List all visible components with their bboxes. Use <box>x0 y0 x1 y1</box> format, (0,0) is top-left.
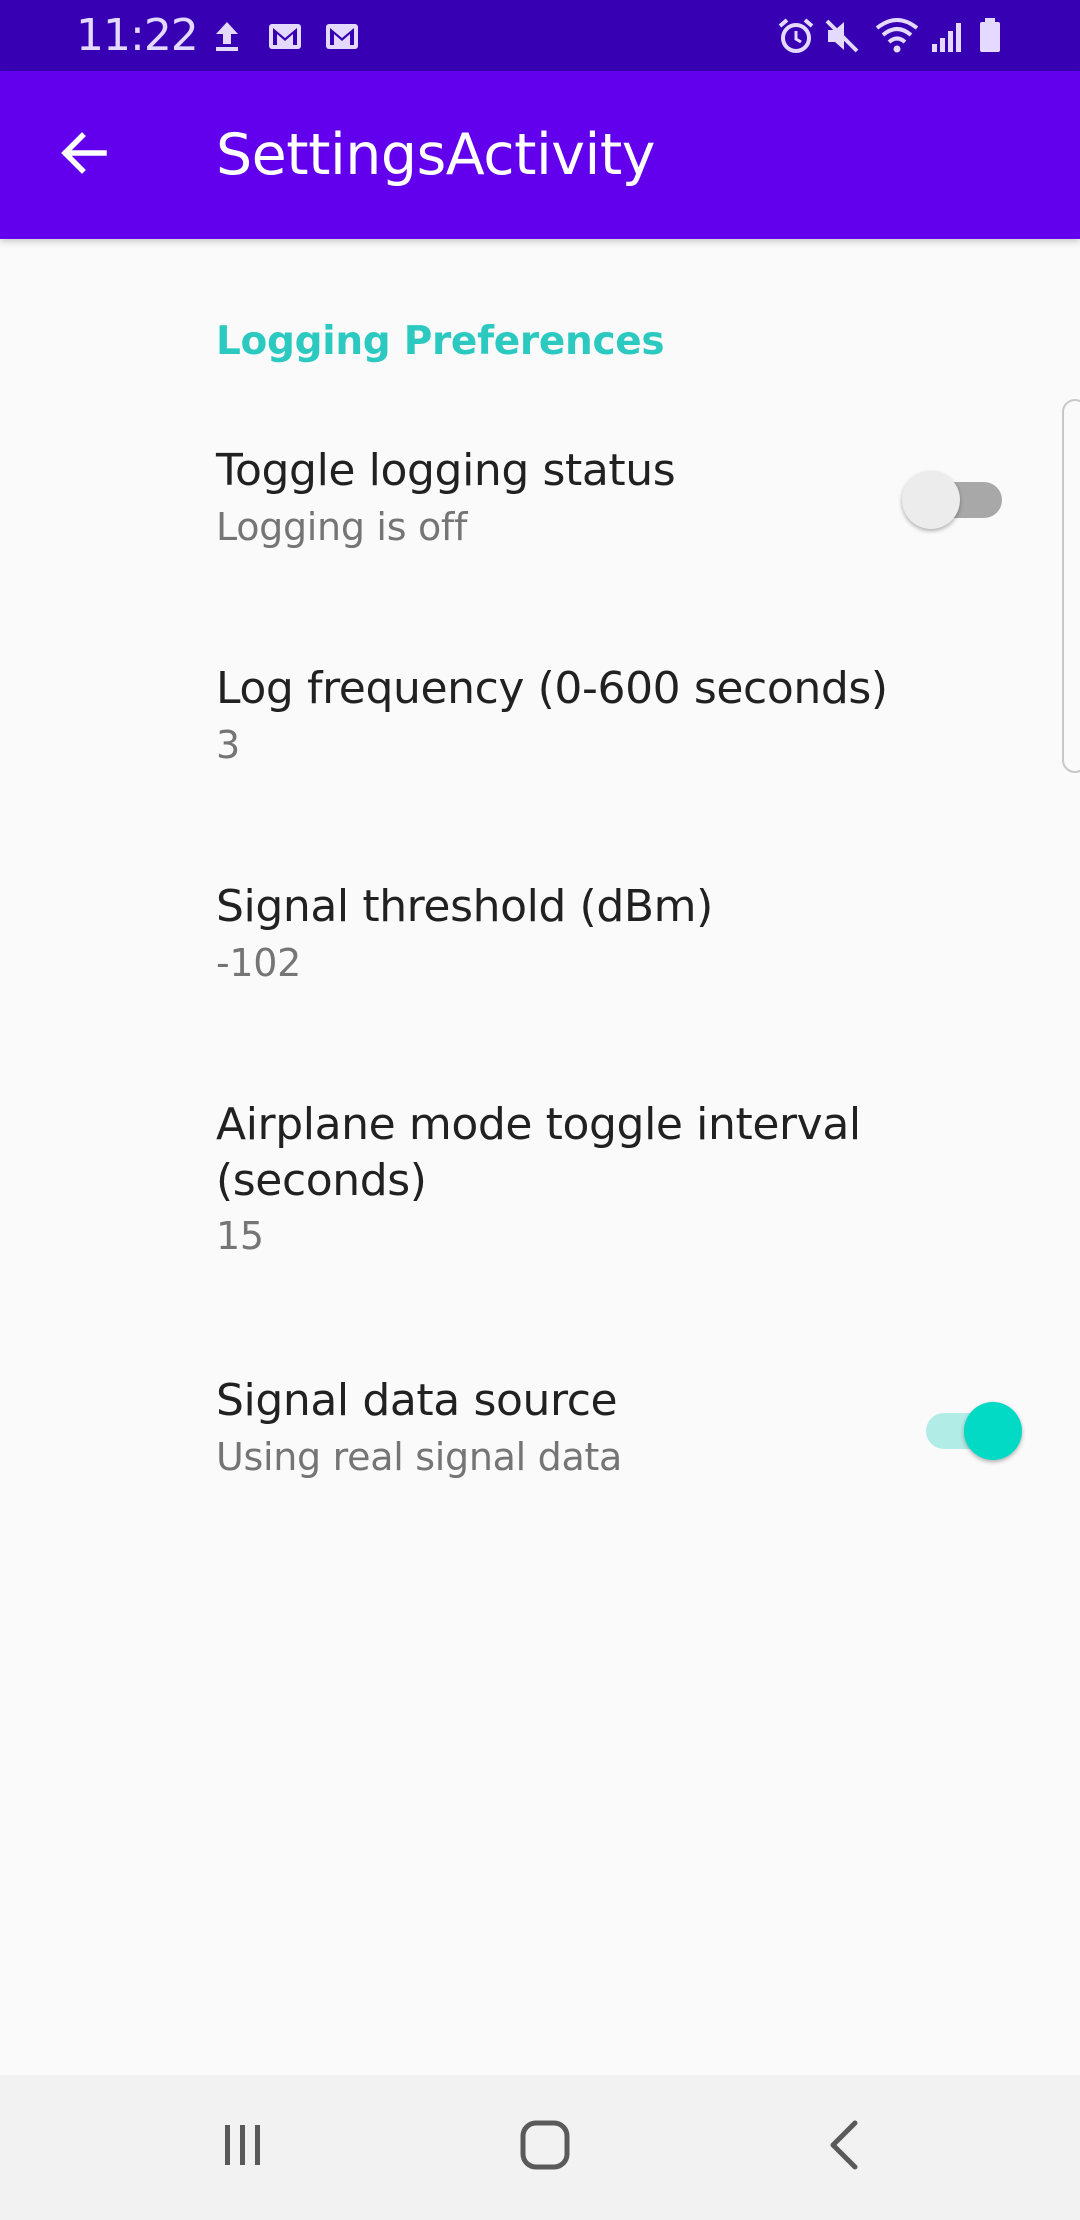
pref-toggle-logging[interactable]: Toggle logging status Logging is off <box>0 439 1080 639</box>
pref-title: Log frequency (0-600 seconds) <box>216 663 888 714</box>
upload-icon <box>212 14 242 58</box>
switch-thumb <box>964 1402 1022 1460</box>
logging-switch[interactable] <box>902 462 1012 532</box>
pref-title: Signal data source <box>216 1375 618 1426</box>
nav-back-button[interactable] <box>797 2097 897 2197</box>
pref-title: Signal threshold (dBm) <box>216 881 713 932</box>
switch-thumb <box>902 471 960 529</box>
pref-summary: Using real signal data <box>216 1435 623 1479</box>
pref-summary: -102 <box>216 941 302 985</box>
gmail-icon <box>324 14 360 58</box>
status-bar: 11:22 <box>0 0 1080 71</box>
wifi-icon <box>874 14 920 58</box>
pref-title: Toggle logging status <box>216 445 676 496</box>
scroll-handle[interactable] <box>1062 399 1080 773</box>
home-icon <box>515 2115 575 2180</box>
category-title: Logging Preferences <box>216 319 665 364</box>
recent-apps-button[interactable] <box>193 2097 293 2197</box>
alarm-icon <box>776 14 816 58</box>
home-button[interactable] <box>495 2097 595 2197</box>
pref-title: Airplane mode toggle interval (seconds) <box>216 1099 861 1206</box>
preferences-list: Logging Preferences Toggle logging statu… <box>0 239 1080 2075</box>
back-button[interactable] <box>42 113 126 197</box>
app-bar: SettingsActivity <box>0 71 1080 239</box>
pref-airplane-interval[interactable]: Airplane mode toggle interval (seconds) … <box>0 1091 1080 1351</box>
navigation-bar <box>0 2075 1080 2220</box>
signal-icon <box>928 14 968 58</box>
back-icon <box>817 2115 877 2180</box>
status-time: 11:22 <box>76 10 199 61</box>
gmail-icon <box>267 14 303 58</box>
signal-source-switch[interactable] <box>912 1393 1022 1463</box>
recent-apps-icon <box>213 2115 273 2180</box>
pref-signal-source[interactable]: Signal data source Using real signal dat… <box>0 1367 1080 1567</box>
page-title: SettingsActivity <box>216 122 655 188</box>
arrow-back-icon <box>56 125 112 186</box>
pref-signal-threshold[interactable]: Signal threshold (dBm) -102 <box>0 873 1080 1073</box>
pref-summary: 3 <box>216 723 240 767</box>
pref-log-frequency[interactable]: Log frequency (0-600 seconds) 3 <box>0 655 1080 855</box>
mute-icon <box>822 14 862 58</box>
pref-summary: Logging is off <box>216 505 468 549</box>
battery-icon <box>976 14 1004 58</box>
pref-summary: 15 <box>216 1214 264 1258</box>
